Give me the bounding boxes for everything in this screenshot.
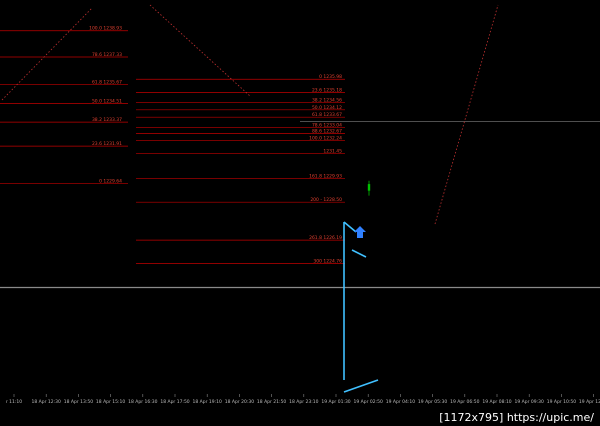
fib-level-label: 300 1224.76 xyxy=(313,259,342,265)
annotation-arrow xyxy=(343,221,357,233)
fib-level-label: 0 1229.64 xyxy=(99,178,122,184)
x-tick-label: 18 Apr 13:50 xyxy=(64,399,93,405)
x-tick-label: 19 Apr 08:10 xyxy=(482,399,511,405)
fib-level-label: 50.0 1234.51 xyxy=(92,98,122,104)
fib-level-label: 1231.45 xyxy=(323,149,342,155)
fib-level-label: 61.8 1235.67 xyxy=(92,79,122,85)
x-tick-label: 18 Apr 17:50 xyxy=(160,399,189,405)
annotation-arrow xyxy=(343,379,379,393)
fib-level-label: 78.6 1233.04 xyxy=(312,123,342,129)
fib-level-label: 0 1235.98 xyxy=(319,74,342,80)
fib-level-label: 88.6 1232.67 xyxy=(312,129,342,135)
x-tick-label: 18 Apr 16:30 xyxy=(128,399,157,405)
x-tick-label: 19 Apr 06:50 xyxy=(450,399,479,405)
annotations xyxy=(343,221,379,393)
chart-svg: 100.0 1238.93 78.6 1237.33 61.8 1235.67 50.… xyxy=(0,4,600,405)
x-tick-label: 18 Apr 20:30 xyxy=(225,399,254,405)
fib-level-label: 261.8 1226.19 xyxy=(309,235,342,241)
fib-set-0: 100.0 1238.93 78.6 1237.33 61.8 1235.67 50.… xyxy=(0,26,128,184)
fib-level-label: 50.0 1234.12 xyxy=(312,105,342,111)
fib-level-label: 100.0 1232.24 xyxy=(309,136,342,142)
x-tick-label: 19 Apr 12:10 xyxy=(579,399,600,405)
up-arrow-icon xyxy=(354,226,366,238)
trend-line-dotted xyxy=(1,7,93,101)
x-tick-label: r 11:10 xyxy=(6,399,22,405)
x-tick-label: 19 Apr 05:30 xyxy=(418,399,447,405)
x-tick-label: 18 Apr 12:30 xyxy=(32,399,61,405)
fib-level-label: 200 - 1228.50 xyxy=(310,197,342,203)
x-tick-label: 19 Apr 09:30 xyxy=(515,399,544,405)
x-tick-label: 19 Apr 01:30 xyxy=(321,399,350,405)
fib-level-label: 100.0 1238.93 xyxy=(89,26,122,32)
x-tick-label: 19 Apr 04:10 xyxy=(386,399,415,405)
x-tick-label: 19 Apr 02:50 xyxy=(354,399,383,405)
fib-level-label: 161.8 1229.93 xyxy=(309,174,342,180)
trend-line-dotted xyxy=(149,4,251,97)
x-tick-label: 18 Apr 21:50 xyxy=(257,399,286,405)
trend-line-dotted xyxy=(434,4,499,225)
x-tick-label: 18 Apr 23:10 xyxy=(289,399,318,405)
chart-stage: 100.0 1238.93 78.6 1237.33 61.8 1235.67 50.… xyxy=(0,0,600,426)
x-tick-label: 18 Apr 19:10 xyxy=(193,399,222,405)
fib-level-label: 78.6 1237.33 xyxy=(92,52,122,58)
fib-set-1: 0 1235.98 23.6 1235.18 38.2 1234.5650.0 12… xyxy=(136,74,345,265)
fib-level-label: 38.2 1233.37 xyxy=(92,117,122,123)
x-axis: r 11:10 18 Apr 12:30 18 Apr 13:50 18 Apr 15… xyxy=(6,394,600,405)
fib-level-label: 38.2 1234.56 xyxy=(312,98,342,104)
watermark: [1172x795] https://upic.me/ xyxy=(437,411,596,424)
fib-level-label: 61.8 1233.67 xyxy=(312,112,342,118)
candle-body xyxy=(367,184,371,191)
candles xyxy=(367,180,371,196)
fib-level-label: 23.6 1231.91 xyxy=(92,141,122,147)
fib-level-label: 23.6 1235.18 xyxy=(312,87,342,93)
annotation-arrow xyxy=(351,249,367,258)
x-tick-label: 19 Apr 10:50 xyxy=(547,399,576,405)
x-tick-label: 18 Apr 15:10 xyxy=(96,399,125,405)
